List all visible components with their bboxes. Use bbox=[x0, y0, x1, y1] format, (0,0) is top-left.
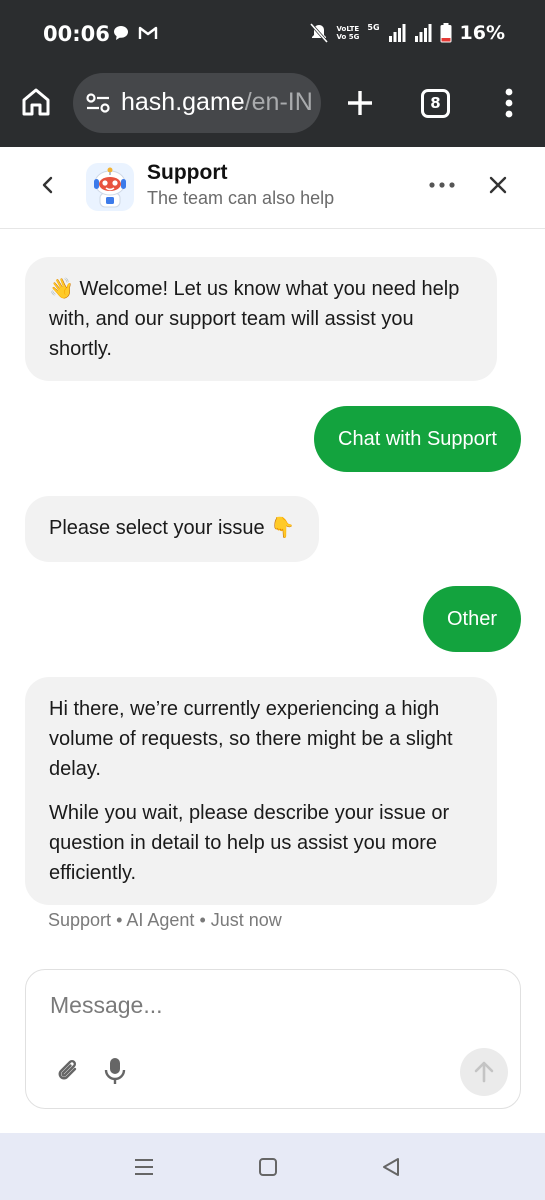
arrow-up-icon bbox=[474, 1061, 494, 1083]
battery-percentage: 16% bbox=[459, 22, 505, 44]
robot-avatar-icon bbox=[94, 167, 126, 208]
message-paragraph: Hi there, we’re currently experiencing a… bbox=[49, 698, 453, 780]
chat-subtitle: The team can also help bbox=[147, 188, 335, 208]
chat-header: Support The team can also help bbox=[0, 147, 545, 229]
address-bar[interactable]: hash.game/en-IN bbox=[73, 73, 321, 133]
bot-message: Please select your issue 👇 bbox=[25, 496, 320, 562]
network-type: 5G bbox=[367, 22, 380, 32]
status-system-icons: VoLTE Vo 5G 5G 16% bbox=[310, 22, 505, 44]
bot-message: 👋 Welcome! Let us know what you need hel… bbox=[25, 257, 497, 381]
meta-sender: Support bbox=[48, 910, 112, 930]
recents-icon[interactable] bbox=[133, 1157, 155, 1177]
kebab-menu-icon[interactable] bbox=[497, 85, 521, 121]
mute-icon bbox=[310, 23, 329, 43]
url-text[interactable]: hash.game/en-IN bbox=[121, 88, 313, 117]
user-message: Chat with Support bbox=[314, 406, 521, 472]
message-meta: Support • AI Agent • Just now bbox=[48, 910, 282, 931]
back-triangle-icon[interactable] bbox=[380, 1156, 402, 1178]
microphone-icon[interactable] bbox=[104, 1057, 126, 1085]
volte-indicator: VoLTE Vo 5G bbox=[336, 25, 360, 41]
avatar bbox=[86, 163, 134, 211]
chevron-left-icon[interactable] bbox=[36, 173, 60, 197]
signal-icon bbox=[414, 24, 432, 42]
meta-separator: • bbox=[116, 910, 127, 930]
meta-role: AI Agent bbox=[126, 910, 195, 930]
status-bar: 00:06 VoLTE Vo 5G 5G 16% bbox=[0, 0, 545, 68]
close-icon[interactable] bbox=[486, 173, 510, 197]
browser-toolbar: hash.game/en-IN 8 bbox=[0, 68, 545, 147]
bot-message: Hi there, we’re currently experiencing a… bbox=[25, 677, 497, 905]
system-nav-bar bbox=[0, 1133, 545, 1200]
home-icon[interactable] bbox=[20, 86, 52, 118]
gmail-icon bbox=[138, 26, 158, 39]
more-dots-icon[interactable] bbox=[428, 177, 456, 193]
send-button[interactable] bbox=[460, 1048, 508, 1096]
status-time: 00:06 bbox=[43, 22, 110, 46]
battery-icon bbox=[440, 23, 452, 43]
signal-icon bbox=[388, 24, 406, 42]
user-message: Other bbox=[422, 586, 521, 652]
tab-switcher-button[interactable]: 8 bbox=[421, 89, 450, 118]
status-notification-icons bbox=[112, 24, 158, 42]
message-paragraph: While you wait, please describe your iss… bbox=[49, 802, 450, 884]
message-input[interactable] bbox=[50, 992, 490, 1019]
chat-bubble-icon bbox=[114, 26, 128, 40]
paperclip-icon[interactable] bbox=[56, 1058, 82, 1084]
meta-separator: • bbox=[199, 910, 211, 930]
meta-time: Just now bbox=[210, 910, 282, 930]
message-composer bbox=[25, 969, 521, 1109]
home-square-icon[interactable] bbox=[258, 1157, 278, 1177]
chat-title: Support bbox=[147, 161, 228, 184]
plus-icon[interactable] bbox=[345, 88, 375, 118]
site-settings-icon[interactable] bbox=[85, 90, 111, 116]
